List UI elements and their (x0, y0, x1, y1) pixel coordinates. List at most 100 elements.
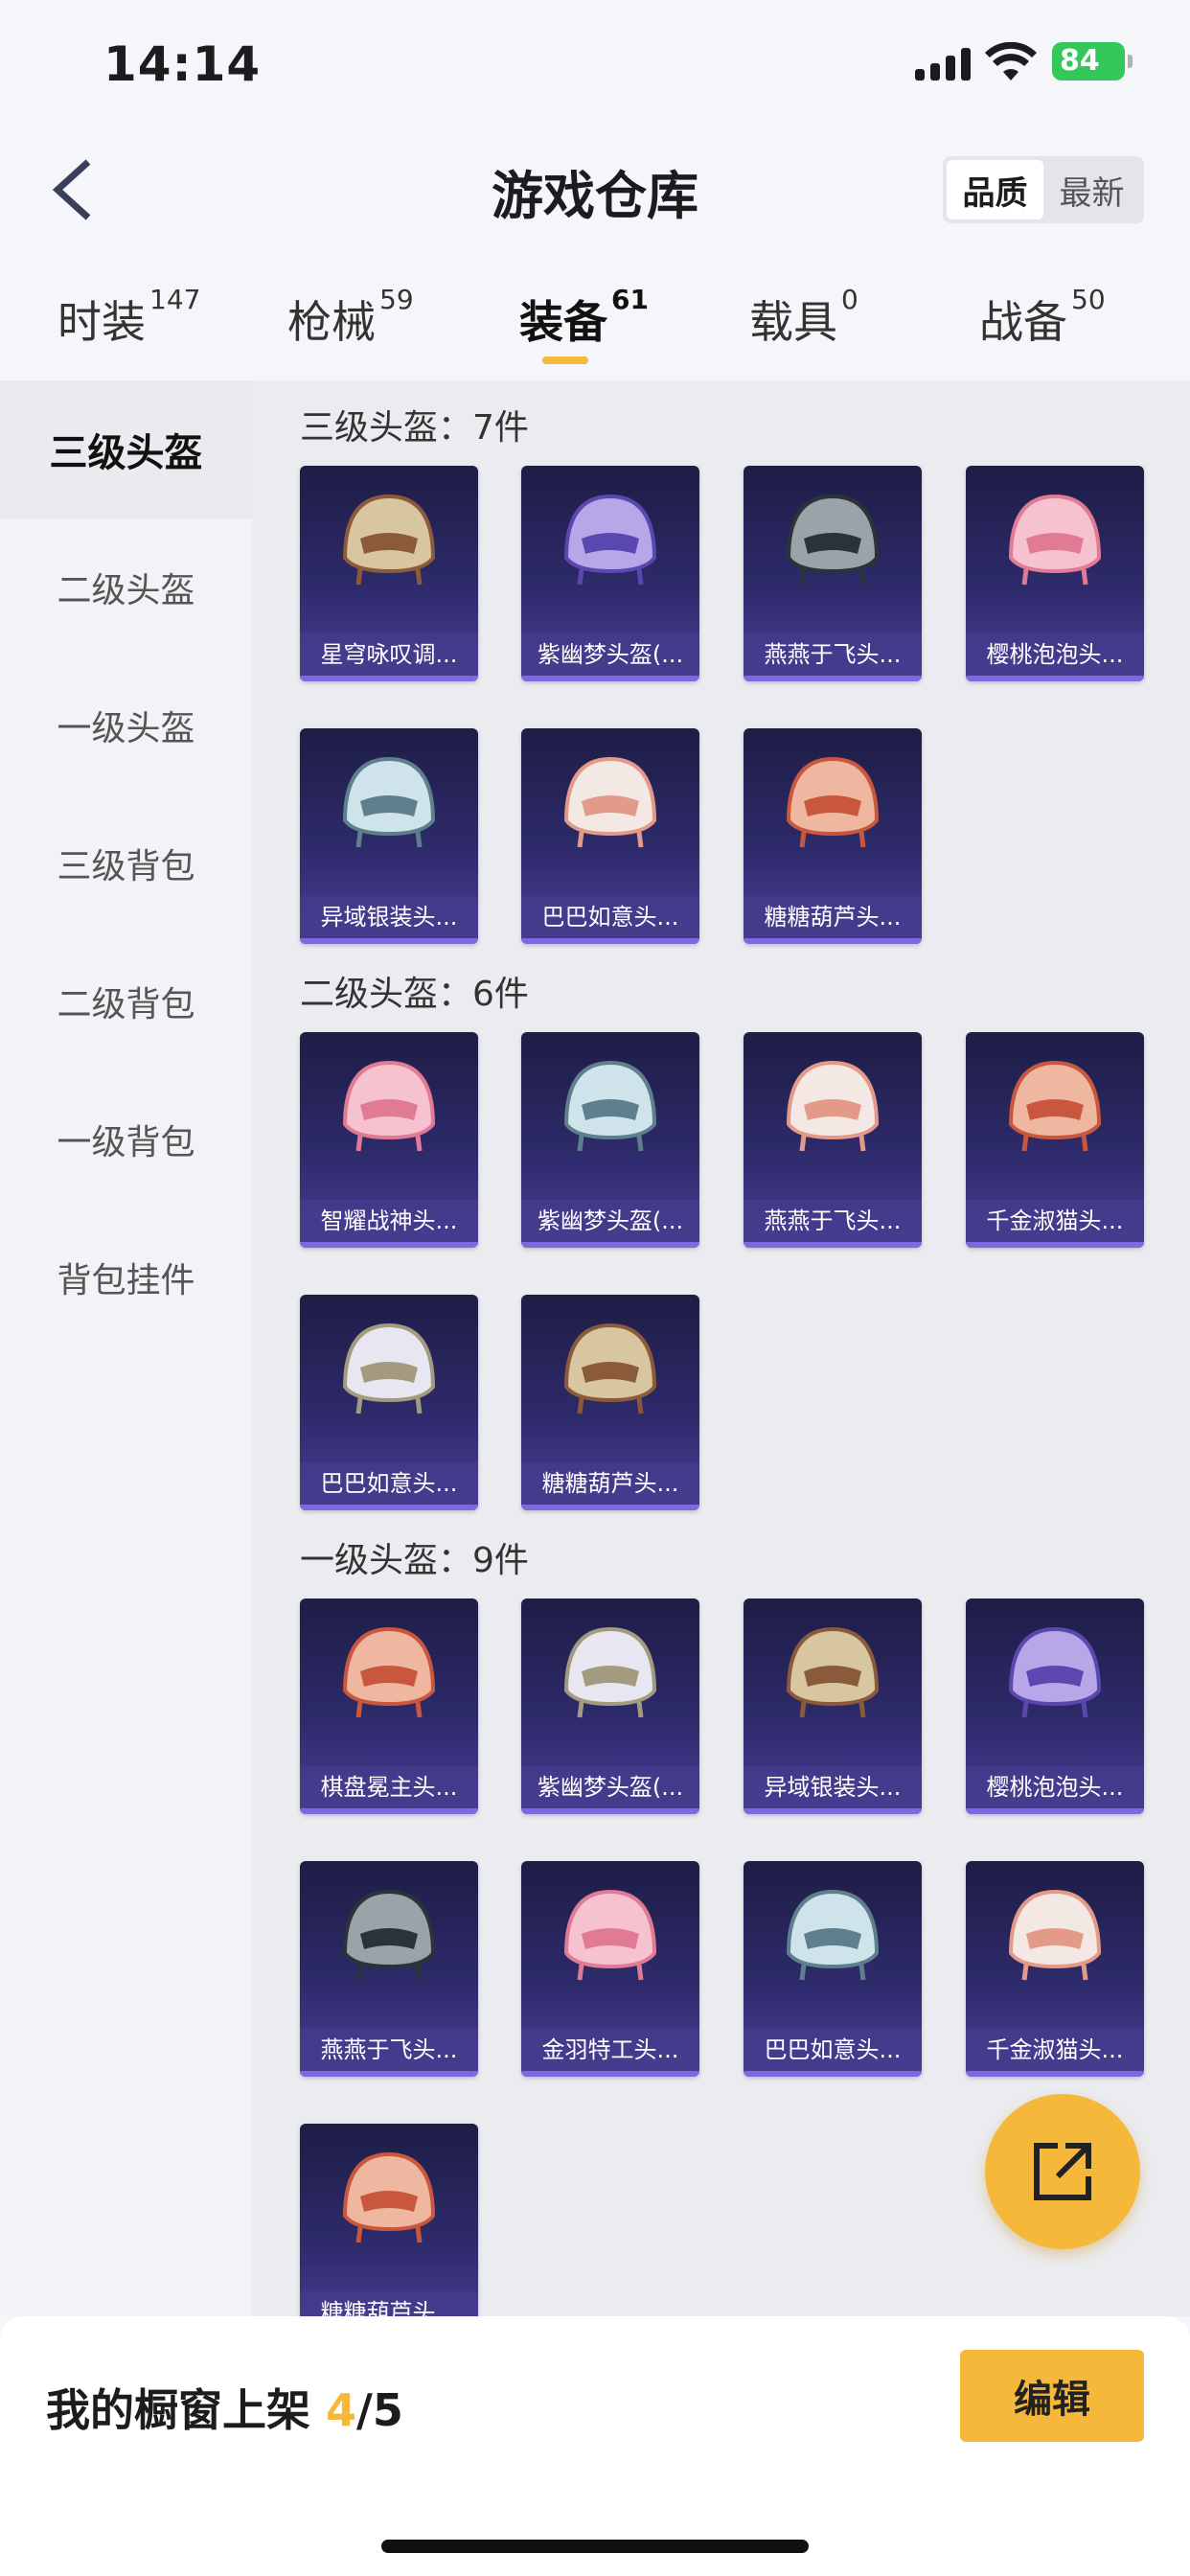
helmet-icon (342, 494, 436, 586)
tab-count: 61 (611, 284, 649, 315)
wifi-icon (985, 42, 1037, 80)
item-name: 千金淑猫头... (966, 2029, 1144, 2071)
tab-supplies[interactable]: 战备 50 (979, 284, 1106, 351)
item-grid: 三级头盔：7件 二级头盔：6件 一级头盔：9件 星穹咏叹调... 紫幽梦头盔(..… (252, 380, 1190, 2316)
battery-level: 84 (1060, 44, 1100, 78)
helmet-icon (563, 1322, 657, 1414)
helmet-icon (342, 1889, 436, 1981)
active-tab-indicator (542, 356, 588, 364)
item-card[interactable]: 糖糖葫芦头... (300, 2124, 478, 2316)
rarity-stripe (744, 2071, 922, 2077)
rarity-stripe (521, 2071, 699, 2077)
item-name: 紫幽梦头盔(... (521, 1200, 699, 1242)
sidebar-item-level1-helmet[interactable]: 一级头盔 (0, 656, 252, 794)
item-card[interactable]: 樱桃泡泡头... (966, 1598, 1144, 1814)
sidebar-item-level3-backpack[interactable]: 三级背包 (0, 794, 252, 932)
sidebar-item-level2-backpack[interactable]: 二级背包 (0, 932, 252, 1070)
item-name: 糖糖葫芦头... (744, 896, 922, 938)
edit-button[interactable]: 编辑 (960, 2350, 1144, 2442)
sidebar-item-level2-helmet[interactable]: 二级头盔 (0, 518, 252, 656)
item-card[interactable]: 智耀战神头... (300, 1032, 478, 1248)
item-name: 紫幽梦头盔(... (521, 1766, 699, 1808)
sidebar-item-level3-helmet[interactable]: 三级头盔 (0, 380, 252, 518)
item-card[interactable]: 紫幽梦头盔(... (521, 466, 699, 681)
tab-vehicles[interactable]: 载具 0 (749, 284, 858, 351)
sort-toggle[interactable]: 品质 最新 (943, 156, 1144, 223)
item-name: 樱桃泡泡头... (966, 633, 1144, 676)
helmet-icon (563, 1060, 657, 1152)
home-indicator[interactable] (381, 2540, 809, 2553)
showcase-bar: 我的橱窗上架 4/5 编辑 (0, 2316, 1190, 2576)
rarity-stripe (744, 1808, 922, 1814)
rarity-stripe (521, 1808, 699, 1814)
sidebar-item-backpack-charm[interactable]: 背包挂件 (0, 1208, 252, 1346)
helmet-icon (1008, 1889, 1102, 1981)
item-card[interactable]: 糖糖葫芦头... (744, 728, 922, 944)
rarity-stripe (744, 1242, 922, 1248)
helmet-icon (342, 2151, 436, 2243)
item-card[interactable]: 燕燕于飞头... (744, 1032, 922, 1248)
cellular-signal-icon (915, 46, 971, 80)
item-name: 金羽特工头... (521, 2029, 699, 2071)
item-name: 千金淑猫头... (966, 1200, 1144, 1242)
item-card[interactable]: 糖糖葫芦头... (521, 1295, 699, 1510)
helmet-icon (1008, 1626, 1102, 1718)
rarity-stripe (744, 938, 922, 944)
item-card[interactable]: 燕燕于飞头... (300, 1861, 478, 2077)
sidebar-item-level1-backpack[interactable]: 一级背包 (0, 1070, 252, 1208)
rarity-stripe (300, 2071, 478, 2077)
rarity-stripe (300, 676, 478, 681)
item-card[interactable]: 星穹咏叹调... (300, 466, 478, 681)
helmet-icon (786, 1889, 880, 1981)
rarity-stripe (300, 1808, 478, 1814)
item-card[interactable]: 异域银装头... (744, 1598, 922, 1814)
item-card[interactable]: 棋盘冕主头... (300, 1598, 478, 1814)
tab-count: 147 (149, 284, 201, 315)
sidebar: 三级头盔 二级头盔 一级头盔 三级背包 二级背包 一级背包 背包挂件 (0, 380, 252, 2316)
item-card[interactable]: 异域银装头... (300, 728, 478, 944)
item-card[interactable]: 巴巴如意头... (300, 1295, 478, 1510)
tab-fashion[interactable]: 时装 147 (57, 284, 200, 351)
sort-quality-button[interactable]: 品质 (947, 160, 1043, 219)
tab-count: 59 (379, 284, 414, 315)
item-name: 巴巴如意头... (521, 896, 699, 938)
section-title-level1-helmet: 一级头盔：9件 (300, 1541, 529, 1580)
item-card[interactable]: 樱桃泡泡头... (966, 466, 1144, 681)
helmet-icon (786, 756, 880, 848)
status-bar: 14:14 84 (0, 0, 1190, 125)
item-card[interactable]: 千金淑猫头... (966, 1032, 1144, 1248)
item-name: 紫幽梦头盔(... (521, 633, 699, 676)
section-title-level2-helmet: 二级头盔：6件 (300, 975, 529, 1014)
showcase-label: 我的橱窗上架 (46, 2384, 310, 2436)
item-name: 燕燕于飞头... (744, 633, 922, 676)
helmet-icon (342, 1626, 436, 1718)
showcase-status: 我的橱窗上架 4/5 (46, 2376, 403, 2439)
item-card[interactable]: 紫幽梦头盔(... (521, 1032, 699, 1248)
item-card[interactable]: 千金淑猫头... (966, 1861, 1144, 2077)
item-card[interactable]: 巴巴如意头... (744, 1861, 922, 2077)
item-card[interactable]: 巴巴如意头... (521, 728, 699, 944)
rarity-stripe (966, 676, 1144, 681)
helmet-icon (786, 494, 880, 586)
rarity-stripe (521, 938, 699, 944)
tab-label: 载具 (749, 296, 837, 348)
tab-count: 0 (841, 284, 858, 315)
item-card[interactable]: 金羽特工头... (521, 1861, 699, 2077)
category-tabs: 时装 147 枪械 59 装备 61 载具 0 战备 50 (0, 278, 1190, 379)
item-card[interactable]: 燕燕于飞头... (744, 466, 922, 681)
sort-newest-button[interactable]: 最新 (1043, 160, 1140, 219)
rarity-stripe (521, 1505, 699, 1510)
tab-guns[interactable]: 枪械 59 (287, 284, 414, 351)
rarity-stripe (966, 2071, 1144, 2077)
item-name: 糖糖葫芦头... (521, 1462, 699, 1505)
item-name: 燕燕于飞头... (300, 2029, 478, 2071)
item-name: 巴巴如意头... (300, 1462, 478, 1505)
showcase-current: 4 (326, 2384, 357, 2436)
share-external-icon (1034, 2143, 1091, 2200)
item-card[interactable]: 紫幽梦头盔(... (521, 1598, 699, 1814)
rarity-stripe (521, 1242, 699, 1248)
helmet-icon (563, 494, 657, 586)
tab-equipment[interactable]: 装备 61 (519, 284, 649, 351)
share-button[interactable] (985, 2094, 1140, 2249)
helmet-icon (342, 1060, 436, 1152)
